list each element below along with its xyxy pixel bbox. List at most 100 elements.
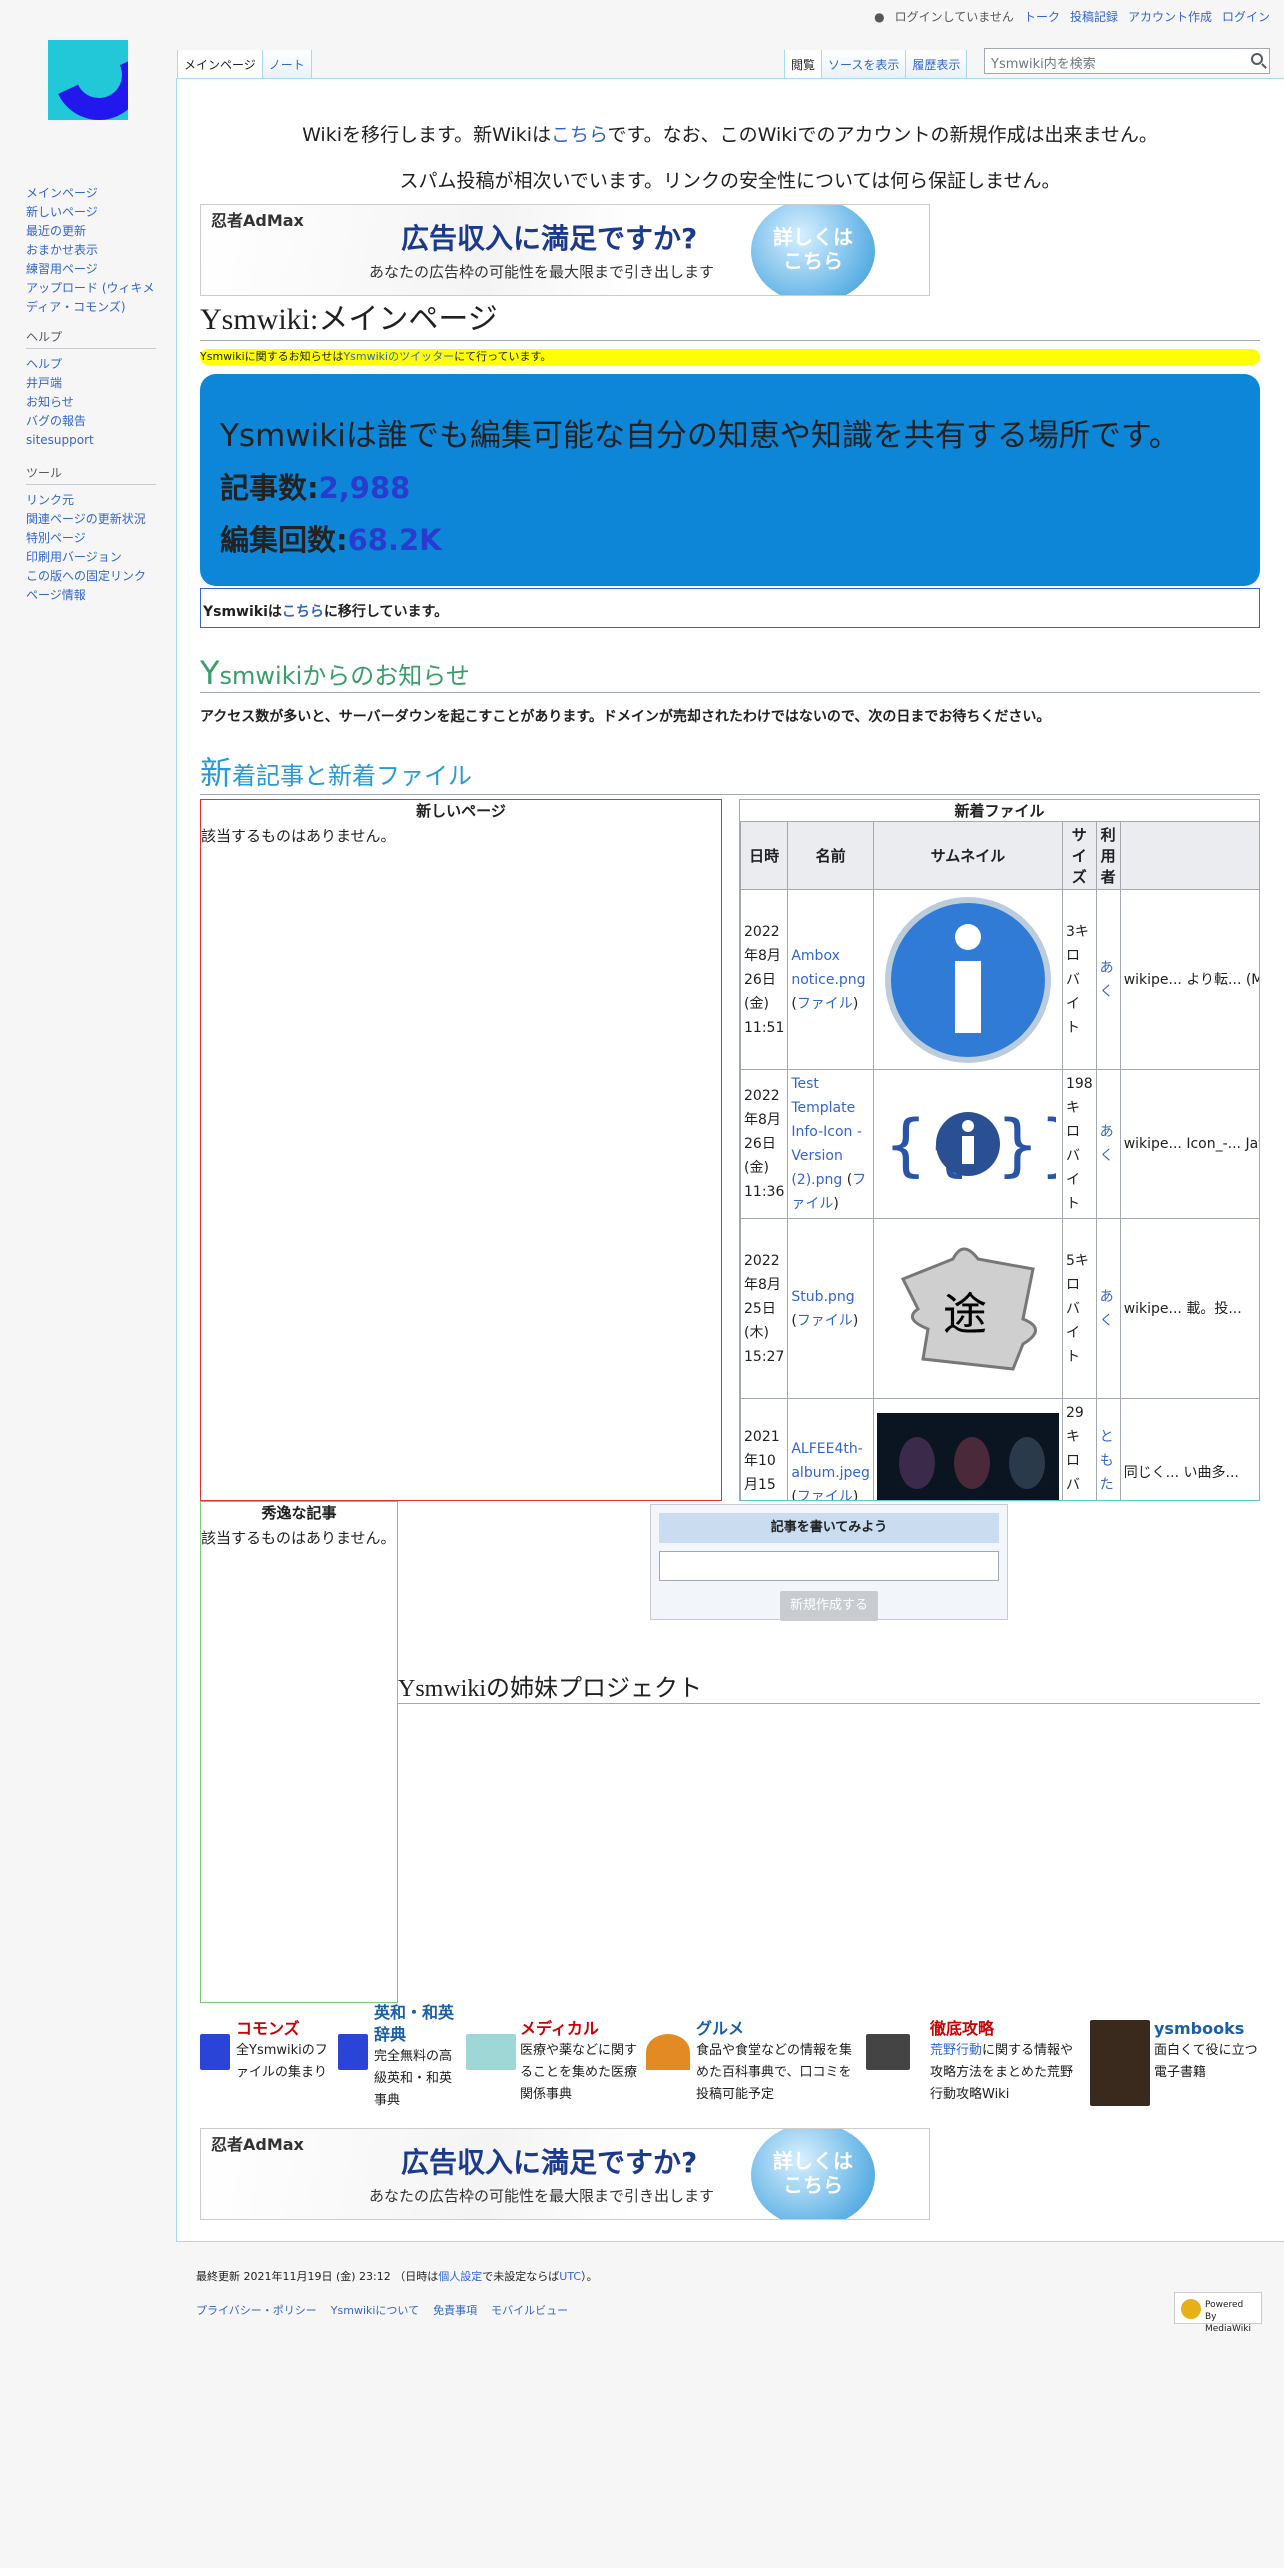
knives-out-link[interactable]: 荒野行動 bbox=[930, 2043, 982, 2058]
sister-project-name[interactable]: 徹底攻略 bbox=[930, 2018, 1080, 2040]
file-name-link[interactable]: Ambox notice.png bbox=[791, 948, 865, 988]
sister-project-item: ysmbooks 面白くて役に立つ電子書籍 bbox=[1154, 2018, 1260, 2084]
new-files-title: 新着ファイル bbox=[954, 802, 1045, 820]
footer-link[interactable]: プライバシー・ポリシー bbox=[196, 2302, 317, 2318]
edit-count: 編集回数:68.2K bbox=[220, 523, 442, 557]
article-title-input[interactable] bbox=[659, 1551, 999, 1581]
thumbnail-cell[interactable]: {{}} bbox=[872, 1069, 1063, 1219]
svg-text:途: 途 bbox=[943, 1289, 987, 1340]
login-link[interactable]: ログイン bbox=[1222, 8, 1270, 25]
nav-item[interactable]: 新しいページ bbox=[26, 203, 156, 222]
sister-project-name[interactable]: グルメ bbox=[696, 2018, 856, 2040]
mediawiki-badge[interactable]: Powered By MediaWiki bbox=[1174, 2292, 1262, 2334]
tab-view-source[interactable]: ソースを表示 bbox=[821, 50, 906, 78]
file-description: wikipe... 載。投... bbox=[1119, 1218, 1259, 1399]
nav-item[interactable]: メインページ bbox=[26, 184, 156, 203]
ad-details-button[interactable]: 詳しくは こちら bbox=[751, 205, 875, 295]
puzzle-piece-icon: 途 bbox=[900, 1247, 1037, 1371]
spam-notice: スパム投稿が相次いでいます。リンクの安全性については何ら保証しません。 bbox=[399, 170, 1061, 192]
nav-item[interactable]: 最近の更新 bbox=[26, 222, 156, 241]
tools-item[interactable]: 印刷用バージョン bbox=[26, 548, 156, 567]
ad-banner-top[interactable]: 忍者AdMax 広告収入に満足ですか? あなたの広告枠の可能性を最大限まで引き出… bbox=[200, 204, 930, 296]
pistol-icon[interactable] bbox=[866, 2034, 910, 2070]
tools-item[interactable]: 関連ページの更新状況 bbox=[26, 510, 156, 529]
tab-read[interactable]: 閲覧 bbox=[784, 50, 822, 78]
nav-item[interactable]: ディア・コモンズ) bbox=[26, 298, 156, 317]
ad-banner-bottom[interactable]: 忍者AdMax 広告収入に満足ですか? あなたの広告枠の可能性を最大限まで引き出… bbox=[200, 2128, 930, 2220]
file-user-link[interactable]: あく bbox=[1100, 1289, 1114, 1329]
footer-link[interactable]: モバイルビュー bbox=[491, 2302, 568, 2318]
file-user-link[interactable]: ともたか bbox=[1100, 1429, 1114, 1500]
tab-history[interactable]: 履歴表示 bbox=[905, 50, 968, 78]
tools-item[interactable]: リンク元 bbox=[26, 491, 156, 510]
utc-link[interactable]: UTC bbox=[559, 2270, 581, 2283]
file-page-link[interactable]: ファイル bbox=[797, 1489, 853, 1500]
twitter-link[interactable]: Ysmwikiのツイッター bbox=[343, 350, 454, 363]
mediawiki-sunflower-icon bbox=[1181, 2299, 1201, 2319]
file-page-link[interactable]: ファイル bbox=[797, 1313, 853, 1329]
files-column-header: 名前 bbox=[787, 821, 874, 890]
sidebar-help: ヘルプ ヘルプ 井戸端 お知らせ バグの報告 sitesupport bbox=[26, 328, 156, 450]
commons-icon[interactable] bbox=[200, 2034, 230, 2070]
ad-details-button[interactable]: 詳しくは こちら bbox=[751, 2129, 875, 2219]
table-row: 2022年8月25日(木) 15:27 Stub.png (ファイル) 途 5キロバイ… bbox=[740, 1218, 1259, 1399]
sister-project-name[interactable]: コモンズ bbox=[236, 2018, 336, 2040]
preferences-link[interactable]: 個人設定 bbox=[438, 2270, 482, 2283]
sister-project-description: 荒野行動に関する情報や攻略方法をまとめた荒野行動攻略Wiki bbox=[930, 2043, 1074, 2102]
thumbnail-cell[interactable] bbox=[872, 889, 1063, 1070]
medical-icon[interactable] bbox=[466, 2034, 516, 2070]
hero-box: Ysmwikiは誰でも編集可能な自分の知恵や知識を共有する場所です。 記事数:2… bbox=[200, 374, 1260, 586]
sister-project-description: 面白くて役に立つ電子書籍 bbox=[1154, 2043, 1258, 2080]
sister-project-name[interactable]: メディカル bbox=[520, 2018, 644, 2040]
gourmet-icon[interactable] bbox=[646, 2034, 690, 2070]
search-icon[interactable] bbox=[1251, 53, 1263, 65]
search-input[interactable]: Ysmwiki内を検索 bbox=[984, 48, 1270, 74]
tools-item[interactable]: ページ情報 bbox=[26, 586, 156, 605]
view-tabs: 閲覧 ソースを表示 履歴表示 bbox=[784, 50, 968, 78]
file-user-link[interactable]: あく bbox=[1100, 960, 1114, 1000]
file-user-cell: あく bbox=[1095, 1069, 1121, 1219]
thumbnail-cell[interactable]: 途 bbox=[872, 1218, 1063, 1399]
file-page-link[interactable]: ファイル bbox=[797, 996, 853, 1012]
create-button[interactable]: 新規作成する bbox=[780, 1591, 878, 1621]
footer-link[interactable]: 免責事項 bbox=[433, 2302, 477, 2318]
sister-project-description: 全Ysmwikiのファイルの集まり bbox=[236, 2043, 328, 2080]
help-item[interactable]: お知らせ bbox=[26, 393, 156, 412]
book-icon[interactable] bbox=[1090, 2020, 1150, 2106]
help-item[interactable]: 井戸端 bbox=[26, 374, 156, 393]
footer-link[interactable]: Ysmwikiについて bbox=[331, 2302, 419, 2318]
sister-project-name[interactable]: ysmbooks bbox=[1154, 2018, 1260, 2040]
dictionary-icon[interactable] bbox=[338, 2034, 368, 2070]
tools-item[interactable]: この版への固定リンク bbox=[26, 567, 156, 586]
file-user-link[interactable]: あく bbox=[1100, 1124, 1114, 1164]
last-modified: 最終更新 2021年11月19日 (金) 23:12 （日時は個人設定で未設定な… bbox=[196, 2270, 598, 2283]
article-count: 記事数:2,988 bbox=[220, 471, 411, 505]
help-item[interactable]: sitesupport bbox=[26, 431, 156, 450]
create-account-link[interactable]: アカウント作成 bbox=[1128, 8, 1212, 25]
tab-main-page[interactable]: メインページ bbox=[177, 50, 262, 78]
new-wiki-link[interactable]: こちら bbox=[551, 124, 607, 146]
create-article-box: 記事を書いてみよう 新規作成する bbox=[650, 1504, 1008, 1621]
nav-item[interactable]: おまかせ表示 bbox=[26, 241, 156, 260]
help-item[interactable]: バグの報告 bbox=[26, 412, 156, 431]
thumbnail-cell[interactable]: ALFEE bbox=[872, 1398, 1063, 1500]
tools-item[interactable]: 特別ページ bbox=[26, 529, 156, 548]
table-row: 2022年8月26日(金) 11:36 Test Template Info-Ic… bbox=[740, 1069, 1259, 1219]
sister-projects-heading: Ysmwikiの姉妹プロジェクト bbox=[398, 1668, 1260, 1704]
sister-project-item: コモンズ全Ysmwikiのファイルの集まり bbox=[236, 2018, 336, 2084]
file-name-link[interactable]: Stub.png bbox=[791, 1289, 854, 1305]
talk-link[interactable]: トーク bbox=[1024, 8, 1060, 25]
contribs-link[interactable]: 投稿記録 bbox=[1070, 8, 1118, 25]
site-logo[interactable] bbox=[48, 40, 128, 120]
file-name-link[interactable]: ALFEE4th-album.jpeg bbox=[791, 1441, 870, 1481]
moved-link[interactable]: こちら bbox=[282, 604, 324, 620]
svg-text:}}: }} bbox=[996, 1106, 1056, 1184]
file-name-cell: Test Template Info-Icon - Version (2).pn… bbox=[787, 1069, 874, 1219]
tab-note[interactable]: ノート bbox=[261, 50, 312, 78]
nav-item[interactable]: アップロード (ウィキメ bbox=[26, 279, 156, 298]
sister-project-name[interactable]: 英和・和英辞典 bbox=[374, 2002, 458, 2046]
help-item[interactable]: ヘルプ bbox=[26, 355, 156, 374]
nav-item[interactable]: 練習用ページ bbox=[26, 260, 156, 279]
sister-project-description: 食品や食堂などの情報を集めた百科事典で、口コミを投稿可能予定 bbox=[696, 2043, 853, 2102]
login-status: ログインしていません bbox=[894, 10, 1014, 24]
